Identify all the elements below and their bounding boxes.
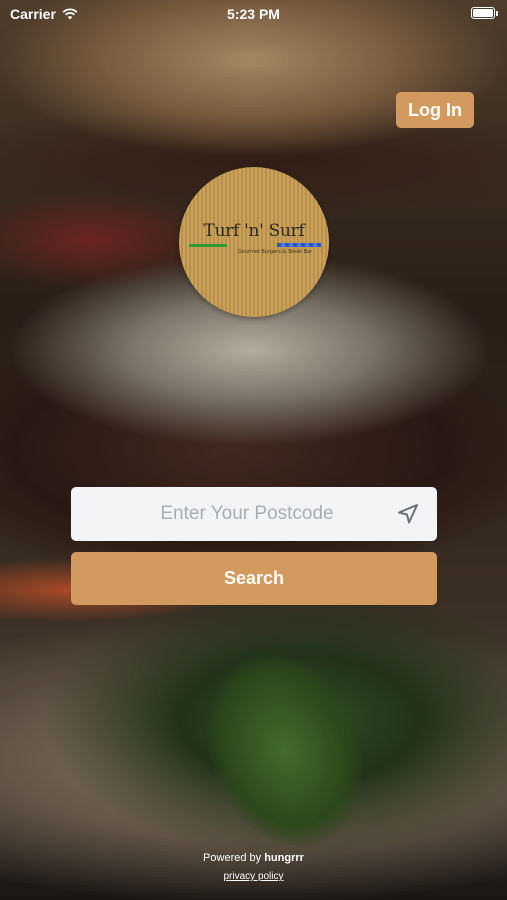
logo-turf-stripe <box>189 244 227 247</box>
logo-surf-stripe <box>277 243 321 247</box>
powered-by: Powered by hungrrr <box>0 852 507 864</box>
postcode-field <box>71 487 437 541</box>
powered-by-prefix: Powered by <box>203 852 262 864</box>
restaurant-logo: Turf 'n' Surf Gourmet Burgers & Steak Ba… <box>179 167 329 317</box>
footer: Powered by hungrrr privacy policy <box>0 852 507 884</box>
battery-icon <box>471 7 498 19</box>
location-arrow-icon[interactable] <box>393 499 423 529</box>
app-screen: Carrier 5:23 PM Log In Turf 'n' Surf Gou… <box>0 0 507 900</box>
privacy-policy-link[interactable]: privacy policy <box>223 871 283 882</box>
search-button[interactable]: Search <box>71 552 437 605</box>
background-overlay <box>0 0 507 900</box>
logo-tagline: Gourmet Burgers & Steak Bar <box>237 249 313 255</box>
login-button[interactable]: Log In <box>396 92 474 128</box>
status-bar: Carrier 5:23 PM <box>0 0 507 28</box>
postcode-input[interactable] <box>71 487 393 541</box>
logo-name: Turf 'n' Surf <box>203 221 305 241</box>
battery-level <box>473 9 493 17</box>
status-time: 5:23 PM <box>227 6 280 22</box>
powered-by-brand: hungrrr <box>264 852 304 864</box>
